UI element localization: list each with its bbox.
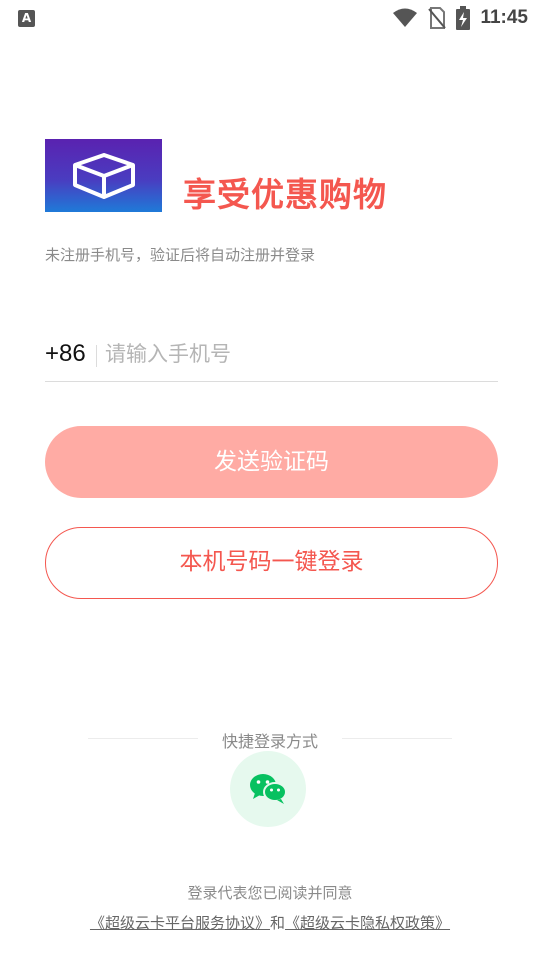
wifi-icon bbox=[393, 8, 418, 27]
app-logo bbox=[45, 139, 162, 212]
page-title: 享受优惠购物 bbox=[183, 175, 387, 214]
no-sim-icon bbox=[428, 7, 447, 29]
agreement-links: 《超级云卡平台服务协议》和《超级云卡隐私权政策》 bbox=[0, 912, 540, 933]
send-code-button[interactable]: 发送验证码 bbox=[45, 426, 498, 498]
app-notification-icon: A bbox=[18, 10, 35, 27]
wechat-login-button[interactable] bbox=[230, 751, 306, 827]
one-key-login-button[interactable]: 本机号码一键登录 bbox=[45, 527, 498, 599]
agreement-text: 登录代表您已阅读并同意 bbox=[187, 884, 353, 902]
service-agreement-link[interactable]: 《超级云卡平台服务协议》 bbox=[90, 914, 270, 932]
battery-charging-icon bbox=[456, 6, 471, 30]
phone-input-row: +86 bbox=[45, 330, 498, 382]
agreement-conjunction: 和 bbox=[269, 914, 285, 932]
phone-input[interactable] bbox=[105, 336, 485, 372]
box-icon bbox=[72, 152, 135, 199]
wechat-icon bbox=[250, 774, 287, 804]
register-hint: 未注册手机号，验证后将自动注册并登录 bbox=[45, 246, 316, 264]
divider bbox=[96, 345, 97, 367]
privacy-policy-link[interactable]: 《超级云卡隐私权政策》 bbox=[285, 914, 450, 932]
country-code[interactable]: +86 bbox=[45, 340, 86, 368]
status-bar: A 11:45 bbox=[0, 0, 540, 36]
quick-login-label: 快捷登录方式 bbox=[221, 732, 318, 751]
status-icons: 11:45 bbox=[392, 6, 528, 30]
status-time: 11:45 bbox=[480, 7, 528, 28]
